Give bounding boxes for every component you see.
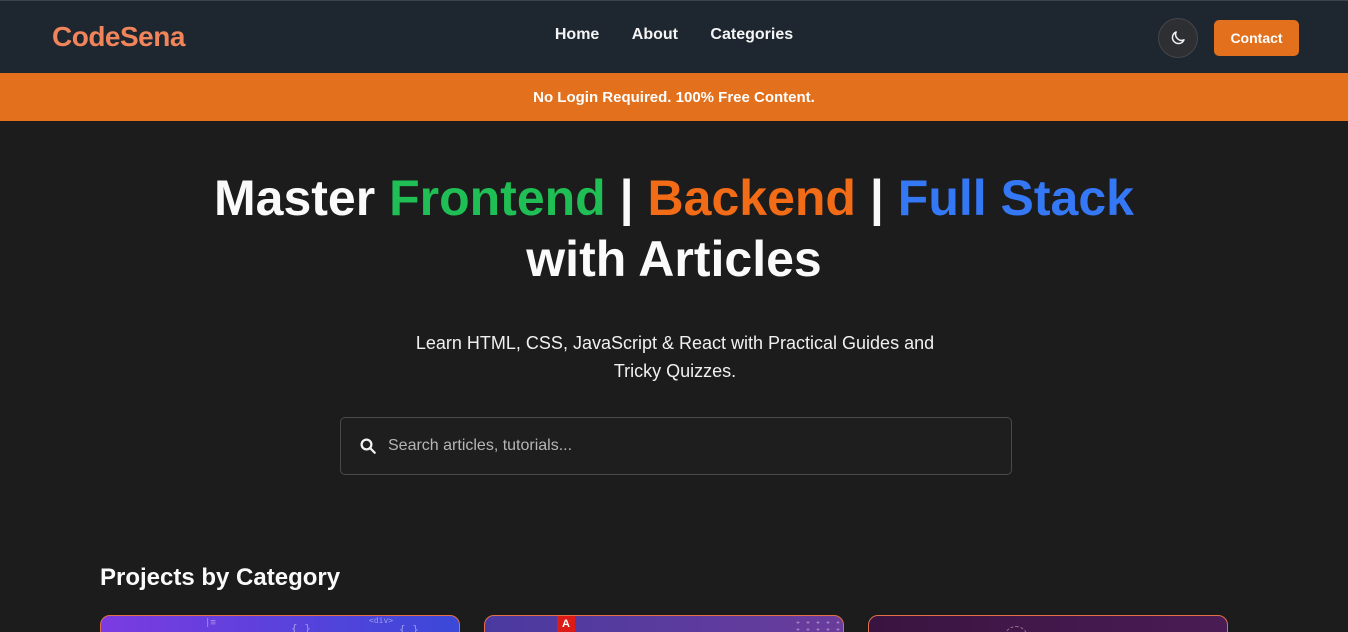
title-separator: |	[869, 170, 884, 226]
nav-about-link[interactable]: About	[632, 26, 678, 44]
title-separator: |	[619, 170, 634, 226]
category-card-fullstack[interactable]	[868, 615, 1228, 632]
ring-decoration	[1004, 626, 1028, 632]
angular-logo-icon: A	[557, 616, 575, 632]
navbar: CodeSena Home About Categories Contact	[0, 0, 1348, 73]
logo[interactable]: CodeSena	[52, 21, 185, 53]
theme-toggle-button[interactable]	[1158, 18, 1198, 58]
category-card-frontend[interactable]: |≡ { } <div> { }	[100, 615, 460, 632]
category-card-backend[interactable]: A	[484, 615, 844, 632]
dots-decoration	[793, 619, 843, 632]
title-backend: Backend	[647, 170, 856, 226]
moon-icon	[1171, 31, 1185, 45]
hero-title: Master Frontend | Backend | Full Stack w…	[0, 168, 1348, 290]
search-input[interactable]	[388, 437, 988, 455]
title-fullstack: Full Stack	[897, 170, 1134, 226]
code-decoration: { }	[399, 623, 419, 632]
title-suffix: with Articles	[526, 231, 822, 287]
announcement-banner: No Login Required. 100% Free Content.	[0, 73, 1348, 121]
title-prefix: Master	[214, 170, 376, 226]
title-frontend: Frontend	[389, 170, 606, 226]
hero-subtitle: Learn HTML, CSS, JavaScript & React with…	[415, 333, 935, 381]
code-decoration: <div>	[369, 616, 394, 625]
banner-text: No Login Required. 100% Free Content.	[533, 88, 815, 106]
main-nav: Home About Categories	[0, 26, 1348, 44]
code-decoration: { }	[291, 622, 311, 632]
code-decoration: |≡	[205, 618, 216, 628]
search-bar	[340, 417, 1012, 475]
projects-section-title: Projects by Category	[100, 564, 341, 591]
search-icon	[358, 436, 378, 456]
nav-categories-link[interactable]: Categories	[710, 26, 793, 44]
contact-button[interactable]: Contact	[1214, 20, 1299, 56]
nav-home-link[interactable]: Home	[555, 26, 599, 44]
